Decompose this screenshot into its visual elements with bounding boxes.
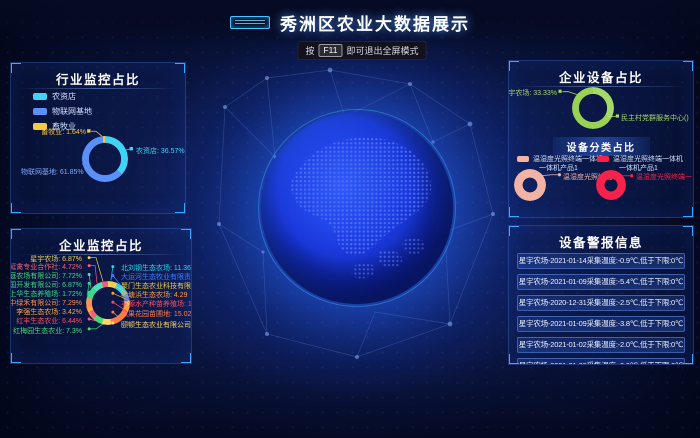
class-donut-chart-left[interactable] [514,169,546,201]
alarm-row: 星宇农场-2021-01-09采集温度:-0.9℃,低于下限:0℃ [517,358,685,365]
alarm-row: 星宇农场-2021-01-14采集温度:-0.9℃,低于下限:0℃ [517,253,685,269]
device-donut-chart[interactable] [572,87,614,129]
panel-device-alarms: 设备警报信息 星宇农场-2021-01-14采集温度:-0.9℃,低于下限:0℃… [508,225,694,365]
class-donut-chart-right[interactable] [596,170,626,200]
chart-label: 颐顿生态农业有限公司: 6.87 [121,320,192,330]
alarm-row: 星宇农场-2021-01-02采集温度:-2.0℃,低于下限:0℃ [517,337,685,353]
chart-label: 星宇农场: 33.33% [508,88,557,98]
page-title: 秀洲区农业大数据展示 [280,10,470,35]
corner-accent [10,203,21,214]
header: 秀洲区农业大数据展示 [0,0,700,44]
corner-accent [508,207,519,218]
corner-accent [181,353,192,364]
panel-enterprise-monitor: 企业监控占比 [10,228,192,364]
legend-swatch [33,108,47,115]
legend-label: 农资店 [52,91,76,102]
globe [261,112,453,304]
panel-title: 企业监控占比 [11,235,191,254]
legend-item[interactable]: 物联网基地 [33,106,92,117]
panel-industry-monitor: 行业监控占比 农资店 物联网基地 畜牧业 畜牧业: 1.64% 农资店: 36.… [10,62,186,214]
alarm-row: 星宇农场-2020-12-31采集温度:-2.5℃,低于下限:0℃ [517,295,685,311]
corner-accent [10,353,21,364]
panel-title: 企业设备占比 [509,67,693,86]
chart-label: 物联网基地: 61.85% [21,167,84,177]
panel-title: 设备警报信息 [509,232,693,251]
legend-item[interactable]: 农资店 [33,91,92,102]
industry-donut-chart[interactable] [82,136,128,182]
alarm-row: 星宇农场-2021-01-09采集温度:-3.8℃,低于下限:0℃ [517,316,685,332]
brand-logo [230,16,270,29]
chart-label: 民主村党群服务中心() [621,113,689,123]
chart-label: 温湿度光照终端一 [636,172,692,182]
corner-accent [175,203,186,214]
legend-label: 物联网基地 [52,106,92,117]
chart-label: 农资店: 36.57% [136,146,185,156]
alarm-list: 星宇农场-2021-01-14采集温度:-0.9℃,低于下限:0℃ 星宇农场-2… [517,253,685,365]
title-divider [516,86,686,87]
alarm-row: 星宇农场-2021-01-09采集温度:-5.4℃,低于下限:0℃ [517,274,685,290]
industry-legend: 农资店 物联网基地 畜牧业 [33,91,92,132]
legend-swatch [33,93,47,100]
globe-continents [261,112,453,304]
chart-label: 畜牧业: 1.64% [41,127,86,137]
legend-swatch [517,156,529,162]
fullscreen-tooltip: 按 F11 即可退出全屏模式 [297,41,426,60]
panel-title: 行业监控占比 [11,69,185,88]
corner-accent [683,207,694,218]
chart-label: 红梅园生态农业: 7.3% [13,326,82,336]
tooltip-text-suffix: 即可退出全屏模式 [347,44,419,57]
chart-label: 丰源水产种苗养殖场: 1. [121,299,192,309]
dashboard: 秀洲区农业大数据展示 按 F11 即可退出全屏模式 行业监控占比 农资店 物联网… [0,0,700,438]
tooltip-text-prefix: 按 [305,44,314,57]
f11-keycap: F11 [318,44,342,57]
chart-label: 瓜果花园苗圃地: 15.02% [121,309,192,319]
title-divider [18,88,178,89]
chart-label: 红丰生态农业: 6.44% [16,316,82,326]
legend-swatch [597,156,609,162]
panel-device-ratio: 企业设备占比 星宇农场: 33.33% 民主村党群服务中心() 设备分类占比 温… [508,60,694,218]
